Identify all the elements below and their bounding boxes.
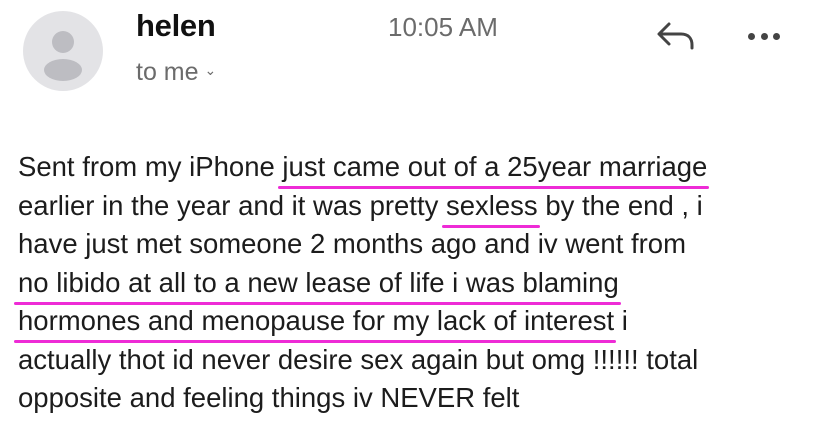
recipient-details-toggle[interactable]: to me ⌄: [136, 58, 216, 87]
message-line: hormones and menopause for my lack of in…: [13, 302, 798, 343]
sender-name[interactable]: helen: [136, 8, 216, 44]
highlighted-text: sexless: [441, 187, 540, 228]
message-text: have just met someone 2 months ago and i…: [18, 228, 686, 259]
message-body: Sent from my iPhone just came out of a 2…: [13, 148, 798, 418]
more-horizontal-icon-dot: [773, 32, 780, 40]
sent-time: 10:05 AM: [388, 12, 498, 42]
message-line: earlier in the year and it was pretty se…: [18, 187, 798, 228]
person-silhouette-icon: [44, 31, 82, 81]
sender-avatar[interactable]: [23, 11, 103, 91]
message-line: opposite and feeling things iv NEVER fel…: [18, 379, 798, 418]
message-line: have just met someone 2 months ago and i…: [18, 225, 798, 264]
message-text: Sent from my iPhone: [18, 151, 283, 182]
chevron-down-icon: ⌄: [204, 62, 217, 78]
message-text: actually thot id never desire sex again …: [18, 343, 699, 375]
highlighted-text: just came out of a 25year marriage: [278, 148, 710, 189]
message-line: no libido at all to a new lease of life …: [14, 264, 798, 305]
message-line: actually thot id never desire sex again …: [18, 341, 798, 380]
message-text: opposite and feeling things iv NEVER fel…: [18, 382, 520, 413]
more-options-button[interactable]: [744, 24, 784, 48]
highlighted-text: no libido at all to a new lease of life …: [14, 264, 621, 305]
message-text: by the end , i: [537, 189, 703, 221]
more-horizontal-icon-dot: [748, 32, 755, 40]
more-horizontal-icon-dot: [760, 32, 768, 40]
reply-arrow-icon: [657, 22, 694, 50]
message-text: i: [614, 305, 628, 336]
email-view: helen to me ⌄ 10:05 AM Sent from my iPhon…: [0, 0, 814, 426]
message-line: Sent from my iPhone just came out of a 2…: [18, 148, 798, 189]
reply-button[interactable]: [655, 20, 697, 52]
recipient-label: to me: [136, 58, 199, 86]
highlighted-text: hormones and menopause for my lack of in…: [13, 302, 617, 343]
message-text: earlier in the year and it was pretty: [18, 189, 446, 221]
